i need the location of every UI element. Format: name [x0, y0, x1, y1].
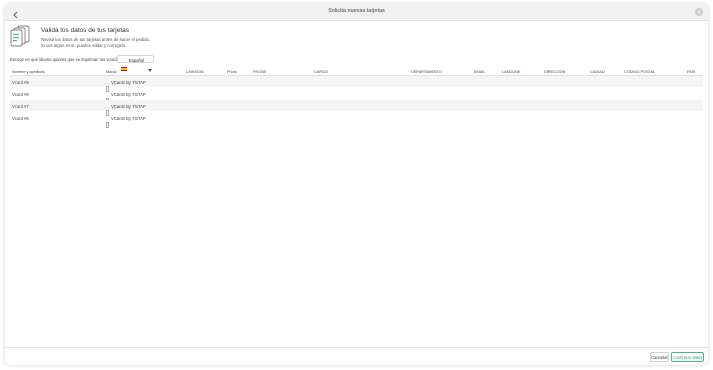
- close-icon[interactable]: [695, 8, 703, 16]
- mobile-phone-icon: [106, 115, 109, 128]
- mobile-phone-icon: [106, 91, 109, 104]
- modal-footer: Cancelar Confirmar datos: [5, 347, 708, 365]
- table-row[interactable]: Vcard #6 VCards By TloTAP: [10, 112, 703, 128]
- modal-window: Solicita nuevas tarjetas Valida los dato…: [5, 4, 708, 365]
- spain-flag-icon: [121, 58, 127, 71]
- language-label: Escoge en qué idioma quieres que se impr…: [10, 57, 119, 62]
- table-header: Nombre y apellidos Marca LINKEDIN Photo …: [10, 67, 703, 76]
- column-header-name: Nombre y apellidos: [12, 69, 45, 74]
- language-select-value: Español: [129, 57, 145, 63]
- mobile-phone-icon: [106, 79, 109, 92]
- column-header-photo: Photo: [227, 69, 237, 74]
- column-header-cargo: CARGO: [314, 69, 328, 74]
- row-name: Vcard #9: [12, 80, 29, 85]
- language-select[interactable]: Español: [117, 55, 154, 72]
- row-name: Vcard #7: [12, 104, 29, 109]
- table-row[interactable]: Vcard #7 VCards By TloTAP: [10, 100, 703, 116]
- header-title: Valida los datos de tus tarjetas: [41, 27, 130, 34]
- validation-header: Valida los datos de tus tarjetas Revisa …: [10, 25, 410, 55]
- column-header-phone: PHONE: [253, 69, 267, 74]
- column-header-ciudad: CIUDAD: [590, 69, 605, 74]
- mobile-phone-icon: [106, 103, 109, 116]
- column-header-codigo-postal: CODIGO POSTAL: [624, 69, 656, 74]
- cancel-button[interactable]: Cancelar: [650, 352, 669, 362]
- column-header-email: EMAIL: [474, 69, 486, 74]
- cards-illustration-icon: [10, 25, 32, 47]
- row-name: Vcard #8: [12, 92, 29, 97]
- titlebar: Solicita nuevas tarjetas: [5, 4, 708, 21]
- window-title: Solicita nuevas tarjetas: [328, 8, 385, 14]
- column-header-departamento: DEPARTAMENTO: [411, 69, 442, 74]
- confirm-data-button[interactable]: Confirmar datos: [671, 352, 704, 362]
- row-name: Vcard #6: [12, 116, 29, 121]
- table-row[interactable]: Vcard #9 VCards By TloTAP: [10, 76, 703, 92]
- column-header-landline: LANDLINE: [502, 69, 521, 74]
- table-row[interactable]: Vcard #8 VCards By TloTAP: [10, 88, 703, 104]
- header-description: Revisa los datos de tus tarjetas antes d…: [41, 37, 150, 49]
- row-brand: VCards By TloTAP: [111, 80, 146, 85]
- column-header-pais: PAIS: [687, 69, 696, 74]
- row-brand: VCards By TloTAP: [111, 92, 146, 97]
- column-header-linkedin: LINKEDIN: [186, 69, 204, 74]
- row-brand: VCards By TloTAP: [111, 116, 146, 121]
- column-header-brand: Marca: [106, 69, 117, 74]
- column-header-direccion: DIRECCIÓN: [544, 69, 566, 74]
- row-brand: VCards By TloTAP: [111, 104, 146, 109]
- cards-table: Nombre y apellidos Marca LINKEDIN Photo …: [10, 67, 703, 128]
- header-description-line: Si ves algún error, puedes editar y corr…: [41, 43, 127, 48]
